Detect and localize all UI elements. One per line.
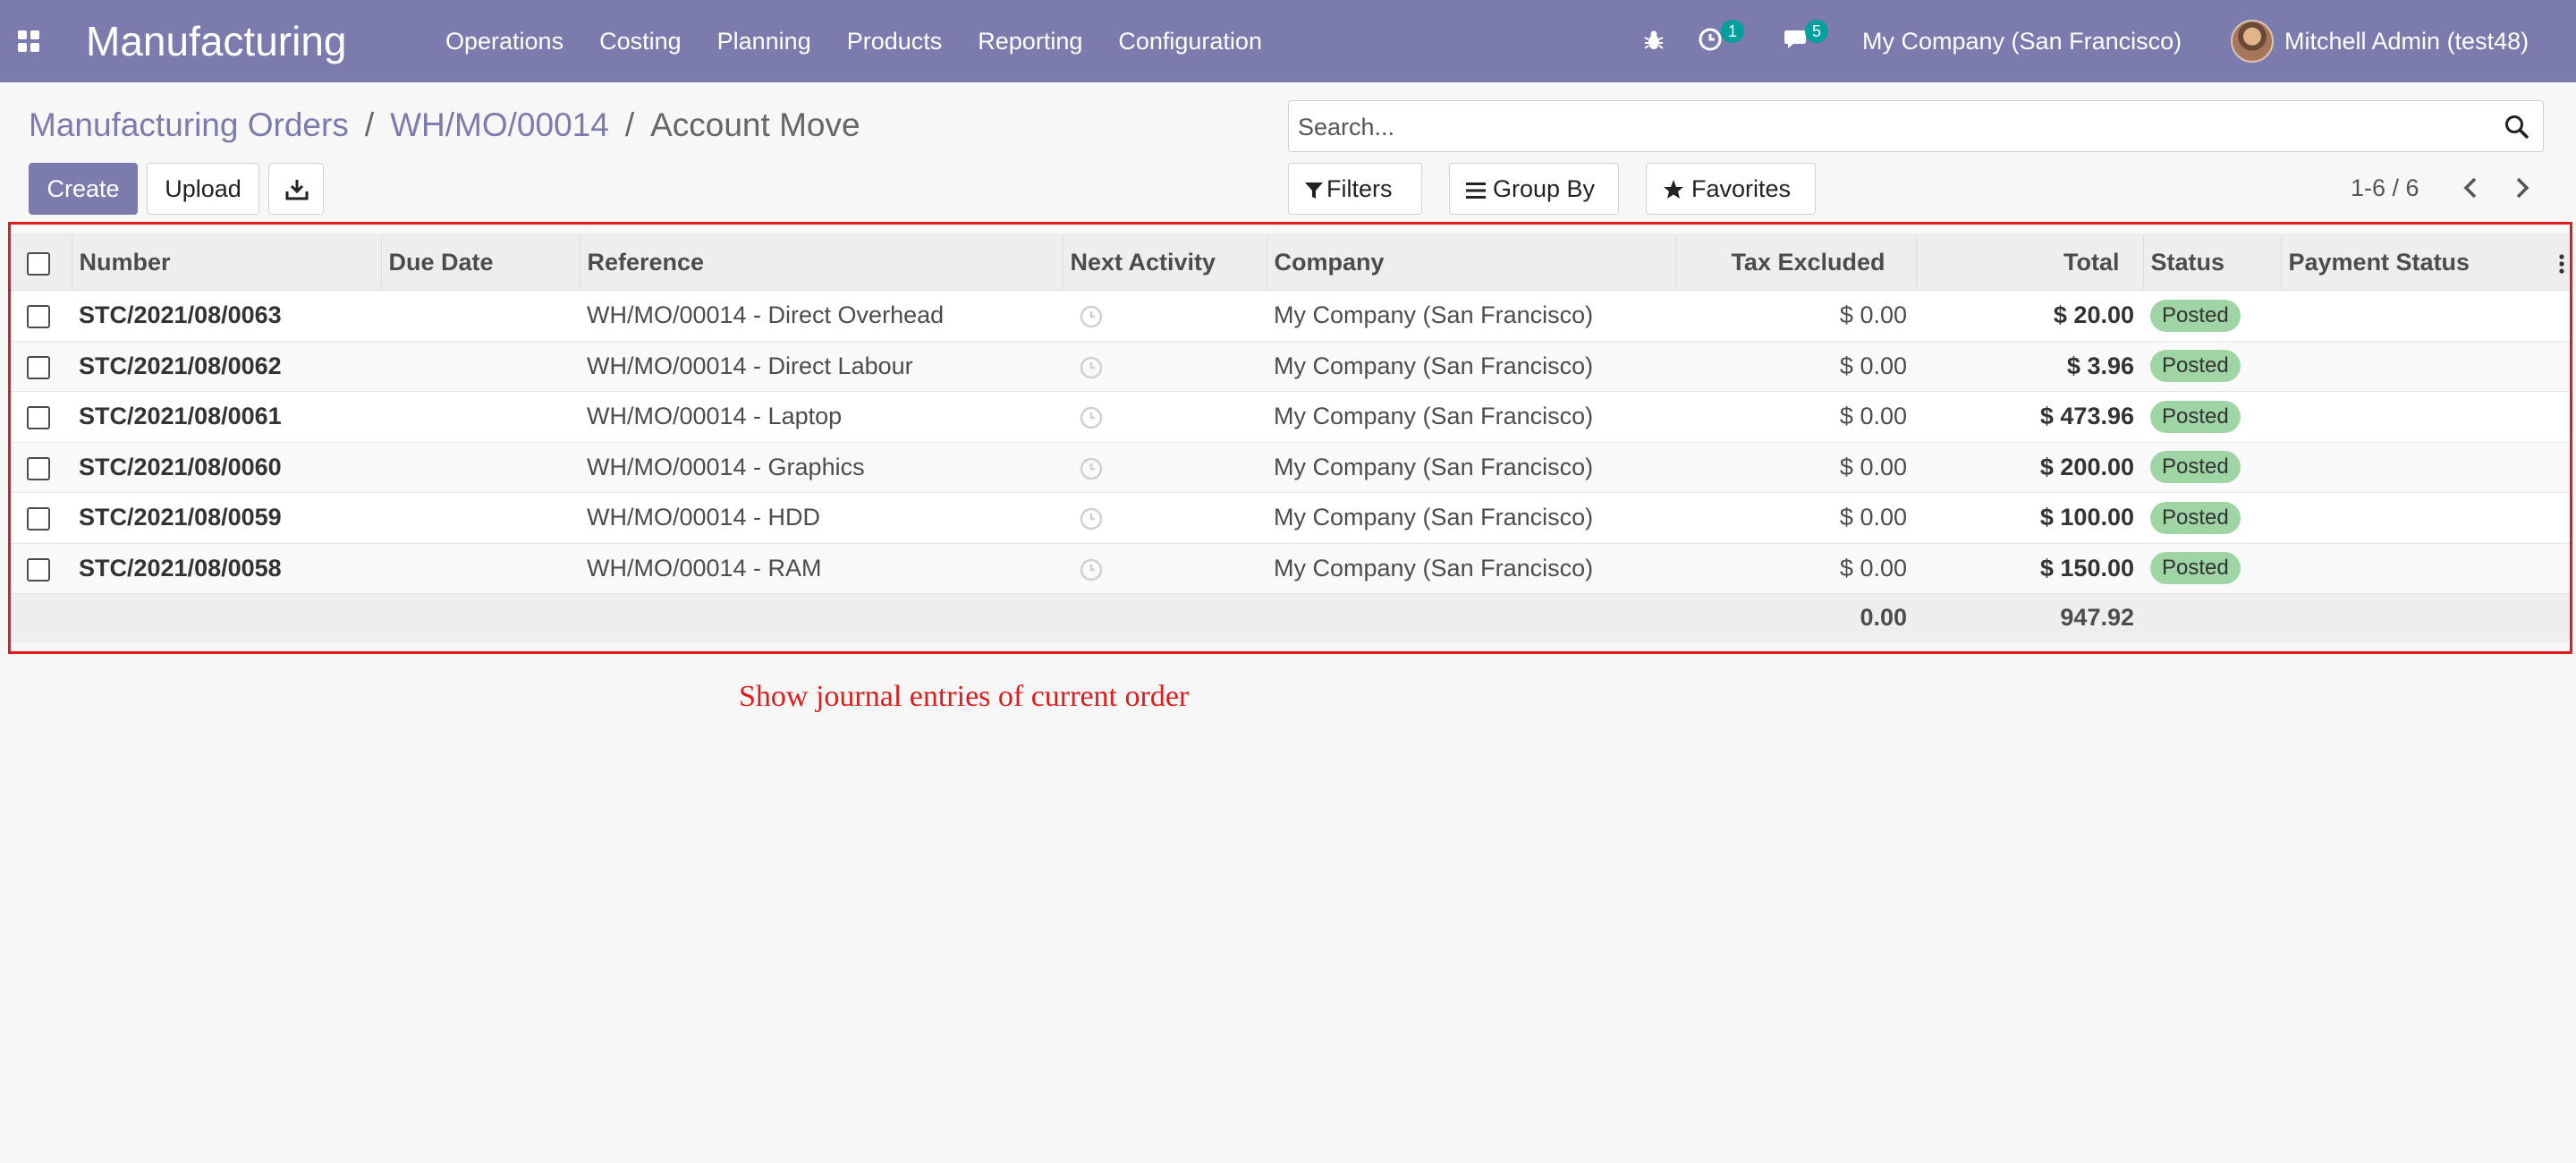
breadcrumb-order[interactable]: WH/MO/00014 <box>390 100 609 150</box>
menu-planning[interactable]: Planning <box>717 23 811 59</box>
favorites-button[interactable]: Favorites <box>1646 163 1816 215</box>
group-by-button[interactable]: Group By <box>1449 163 1619 215</box>
main-menu: Operations Costing Planning Products Rep… <box>445 23 1298 59</box>
annotation-highlight-box <box>8 222 2572 654</box>
search-input[interactable] <box>1298 110 2487 144</box>
annotation-caption: Show journal entries of current order <box>739 680 1190 713</box>
top-navbar: Manufacturing Operations Costing Plannin… <box>0 0 2576 82</box>
favorites-label: Favorites <box>1691 175 1792 202</box>
filter-funnel-icon <box>1305 183 1323 199</box>
download-button[interactable] <box>268 163 324 215</box>
company-switcher[interactable]: My Company (San Francisco) <box>1862 23 2182 59</box>
filters-button[interactable]: Filters <box>1288 163 1422 215</box>
pager-value[interactable]: 1-6 / 6 <box>2351 170 2419 206</box>
search-icon[interactable] <box>2504 114 2530 140</box>
filters-label: Filters <box>1326 175 1393 202</box>
messages-count-badge: 5 <box>1805 20 1828 43</box>
menu-operations[interactable]: Operations <box>445 23 564 59</box>
app-title[interactable]: Manufacturing <box>86 14 347 68</box>
create-button[interactable]: Create <box>29 163 138 215</box>
breadcrumb-separator: / <box>624 106 635 143</box>
search-bar <box>1288 100 2544 152</box>
list-bars-icon <box>1466 183 1486 199</box>
menu-costing[interactable]: Costing <box>599 23 682 59</box>
pager-previous-icon[interactable] <box>2458 174 2485 202</box>
debug-bug-icon[interactable] <box>1642 29 1665 52</box>
breadcrumb-separator: / <box>364 106 375 143</box>
activity-count-badge: 1 <box>1721 20 1744 43</box>
menu-reporting[interactable]: Reporting <box>978 23 1082 59</box>
menu-products[interactable]: Products <box>847 23 943 59</box>
breadcrumb-current: Account Move <box>650 106 860 143</box>
menu-configuration[interactable]: Configuration <box>1118 23 1262 59</box>
user-avatar[interactable] <box>2231 20 2274 63</box>
apps-grid-icon[interactable] <box>18 30 39 52</box>
star-icon <box>1664 180 1683 199</box>
breadcrumb: Manufacturing Orders / WH/MO/00014 / Acc… <box>29 100 860 150</box>
download-icon <box>285 180 309 200</box>
activity-clock-icon[interactable] <box>1698 27 1723 52</box>
user-menu[interactable]: Mitchell Admin (test48) <box>2284 23 2529 59</box>
breadcrumb-manufacturing-orders[interactable]: Manufacturing Orders <box>29 100 349 150</box>
upload-button[interactable]: Upload <box>147 163 259 215</box>
group-by-label: Group By <box>1493 175 1596 202</box>
pager-next-icon[interactable] <box>2508 174 2535 202</box>
